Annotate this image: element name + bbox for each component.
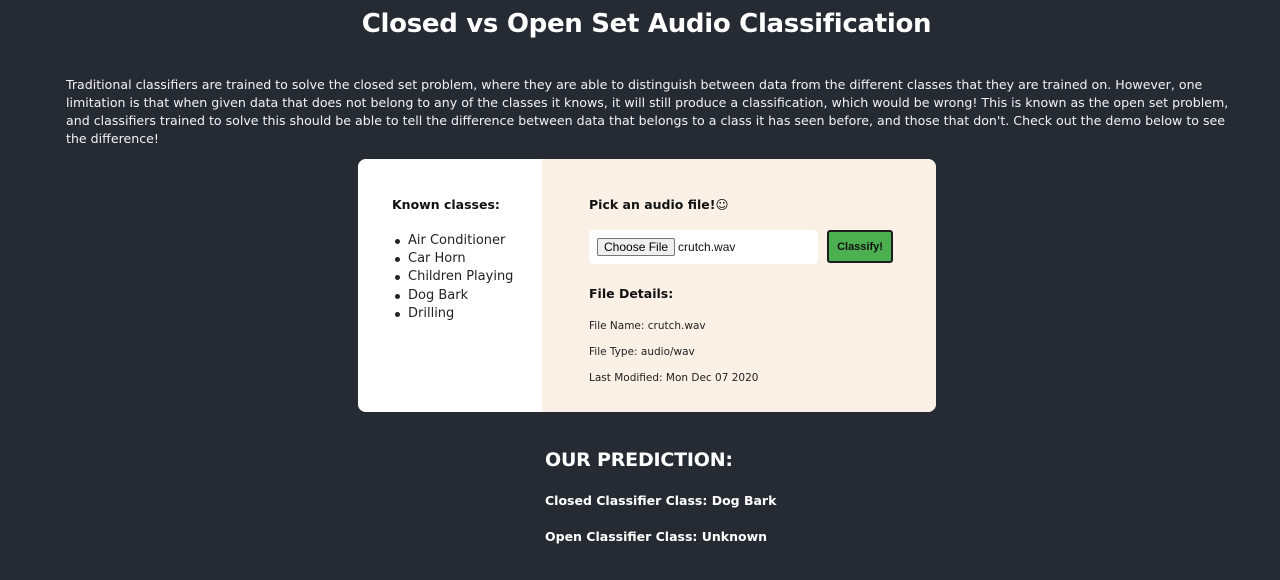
last-modified-detail: Last Modified: Mon Dec 07 2020 (589, 372, 759, 384)
known-classes-heading: Known classes: (392, 197, 500, 212)
class-label: Dog Bark (408, 287, 469, 303)
demo-card: Known classes: Air Conditioner Car Horn … (358, 159, 936, 412)
bullet-icon (395, 311, 400, 317)
known-classes-list: Air Conditioner Car Horn Children Playin… (392, 232, 513, 323)
bullet-icon (395, 239, 400, 244)
page-title: Closed vs Open Set Audio Classification (361, 9, 932, 39)
prediction-heading: OUR PREDICTION: (545, 449, 733, 471)
class-label: Air Conditioner (408, 233, 506, 248)
open-classifier-result: Open Classifier Class: Unknown (545, 529, 768, 544)
list-item: Dog Bark (392, 287, 513, 305)
file-type-detail: File Type: audio/wav (589, 346, 695, 358)
file-name-detail: File Name: crutch.wav (589, 320, 706, 332)
closed-classifier-result: Closed Classifier Class: Dog Bark (545, 493, 777, 508)
list-item: Drilling (392, 305, 513, 323)
file-details-heading: File Details: (589, 286, 674, 301)
class-label: Car Horn (408, 251, 466, 267)
upload-panel: Pick an audio file!☺ Choose File crutch.… (542, 159, 936, 412)
list-item: Air Conditioner (392, 232, 513, 250)
choose-file-button[interactable]: Choose File (597, 238, 676, 256)
class-label: Drilling (408, 305, 455, 321)
chosen-file-name: crutch.wav (678, 240, 736, 254)
list-item: Car Horn (392, 250, 513, 268)
bullet-icon (395, 275, 400, 281)
known-classes-panel: Known classes: Air Conditioner Car Horn … (358, 159, 542, 412)
bullet-icon (395, 257, 400, 263)
intro-paragraph: Traditional classifiers are trained to s… (66, 77, 1229, 146)
classify-button[interactable]: Classify! (827, 230, 893, 263)
file-input[interactable]: Choose File crutch.wav (589, 230, 818, 264)
class-label: Children Playing (408, 269, 514, 285)
pick-file-heading: Pick an audio file!☺ (589, 197, 729, 212)
list-item: Children Playing (392, 268, 513, 286)
bullet-icon (395, 293, 400, 299)
